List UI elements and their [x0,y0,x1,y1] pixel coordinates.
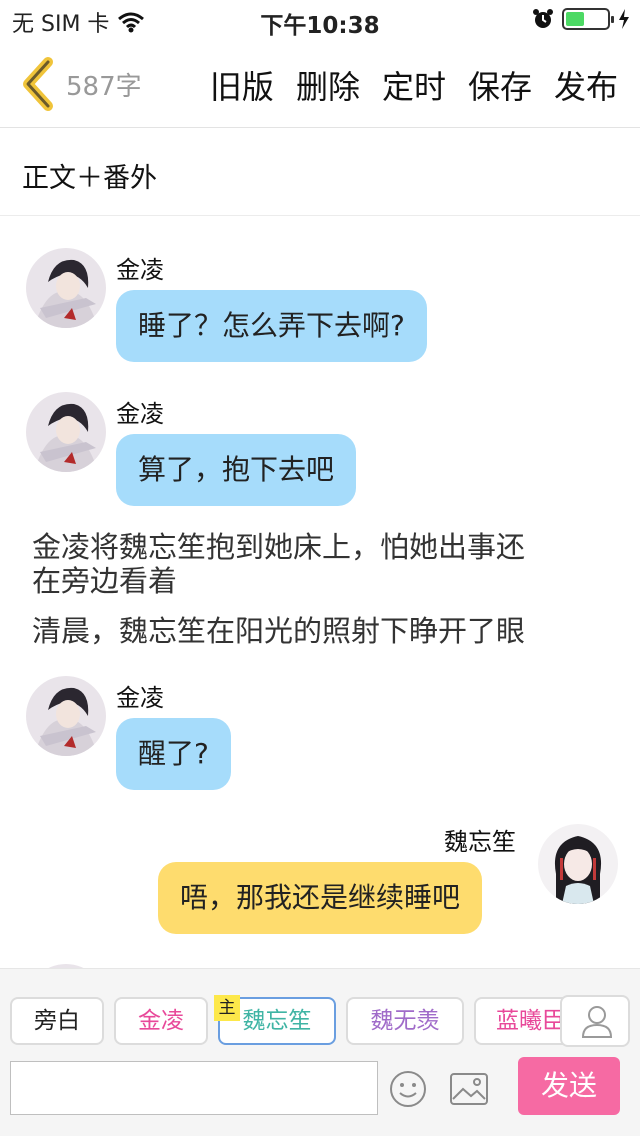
chapter-title: 正文＋番外 [22,163,157,194]
message-bubble[interactable]: 醒了? [116,718,231,790]
status-bar: 无 SIM 卡 下午10:38 [0,0,640,40]
old-version-button[interactable]: 旧版 [210,62,274,108]
message-bubble[interactable]: 睡了？怎么弄下去啊? [116,290,427,362]
schedule-button[interactable]: 定时 [382,62,446,108]
battery-icon [562,8,614,30]
speaker-name: 魏忘笙 [444,828,516,856]
nav-bar: 587字 旧版 删除 定时 保存 发布 [0,40,640,128]
nav-actions: 旧版 删除 定时 保存 发布 [210,62,618,108]
main-role-badge: 主 [214,995,240,1021]
battery-fill [566,12,584,26]
speaker-name: 金凌 [116,684,164,712]
speaker-name: 金凌 [116,400,164,428]
role-tab-lanxichen[interactable]: 蓝曦臣 [474,997,570,1045]
back-button[interactable] [18,56,58,112]
delete-button[interactable]: 删除 [296,62,360,108]
bottom-panel: 旁白 金凌 魏忘笙 主 魏无羡 蓝曦臣 发送 [0,968,640,1136]
word-count: 587字 [66,72,142,102]
narration-line: 在旁边看着 [32,564,178,598]
avatar-image [26,392,106,472]
role-tab-weiwuxian[interactable]: 魏无羡 [346,997,464,1045]
avatar-weiwangsheng[interactable] [538,824,618,904]
charging-icon [619,9,629,29]
avatar-image [26,248,106,328]
role-tab-narrator[interactable]: 旁白 [10,997,104,1045]
avatar-jinling[interactable] [26,676,106,756]
alarm-icon [533,9,553,28]
narration-text[interactable]: 清晨，魏忘笙在阳光的照射下睁开了眼 [32,614,622,648]
user-icon [581,1006,613,1038]
chat-area[interactable]: 金凌 睡了？怎么弄下去啊? 金凌 算了，抱下去吧 金凌将魏忘笙抱到她床上，怕她出… [0,216,640,968]
publish-button[interactable]: 发布 [554,62,618,108]
status-right [532,8,630,30]
save-button[interactable]: 保存 [468,62,532,108]
smiley-icon[interactable] [388,1069,428,1109]
avatar-image [26,676,106,756]
avatar-jinling[interactable] [26,248,106,328]
role-tab-jinling[interactable]: 金凌 [114,997,208,1045]
image-icon[interactable] [448,1069,490,1109]
narration-text[interactable]: 金凌将魏忘笙抱到她床上，怕她出事还 在旁边看着 [32,530,622,598]
message-bubble[interactable]: 唔，那我还是继续睡吧 [158,862,483,934]
message-input[interactable] [10,1061,378,1115]
send-button[interactable]: 发送 [518,1057,620,1115]
avatar-image [538,824,618,904]
speaker-name: 金凌 [116,256,164,284]
narration-line: 金凌将魏忘笙抱到她床上，怕她出事还 [32,530,526,564]
chapter-bar[interactable]: 正文＋番外 [0,128,640,216]
role-manage-button[interactable] [560,995,630,1047]
avatar-jinling[interactable] [26,392,106,472]
message-bubble[interactable]: 算了，抱下去吧 [116,434,357,506]
